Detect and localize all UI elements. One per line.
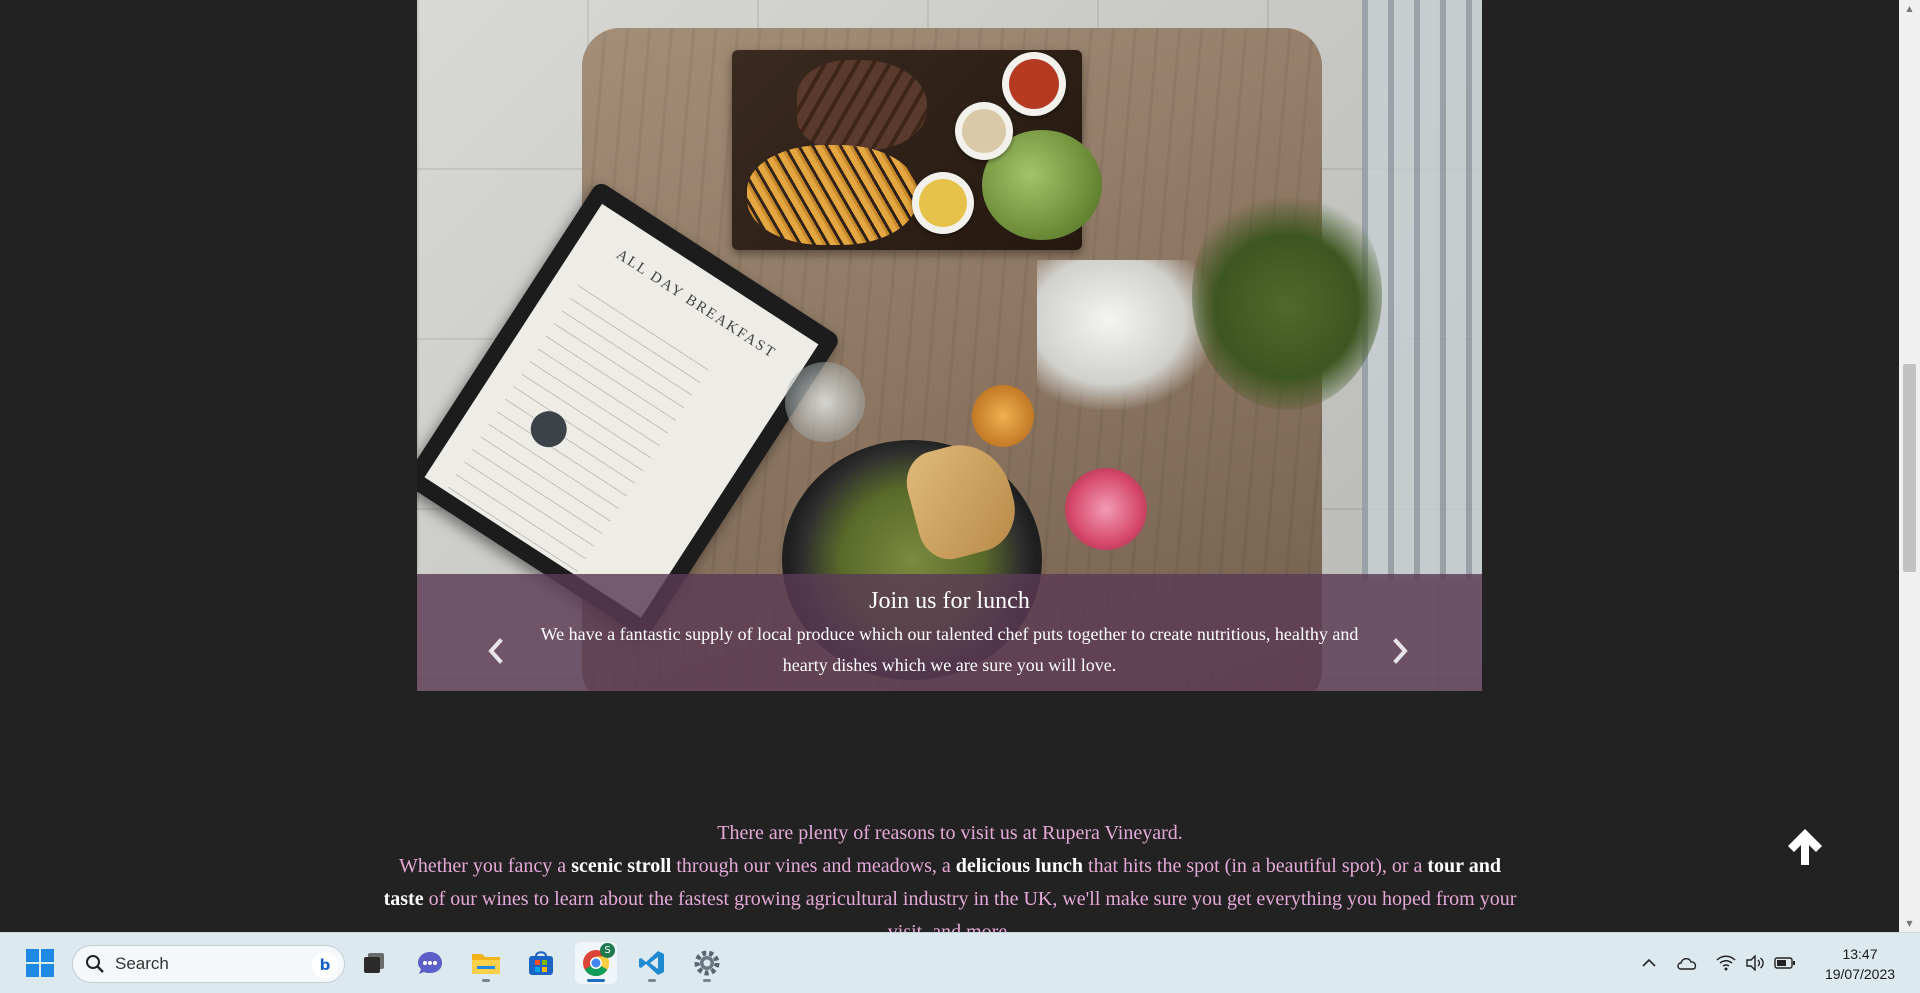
intro-paragraph: Whether you fancy a scenic stroll throug… [383,855,1517,932]
carousel-caption-text: We have a fantastic supply of local prod… [540,624,1359,675]
volume-icon [1746,955,1764,971]
teams-chat-icon [418,952,442,974]
taskbar-chrome[interactable]: S [575,942,617,984]
taskbar-task-view[interactable] [353,942,395,984]
browser-page-viewport: ALL DAY BREAKFAST Join us for lunch We h… [0,0,1899,932]
microsoft-store-icon [529,951,553,975]
search-icon [86,955,104,973]
scenic-stroll-emphasis: scenic stroll [571,855,672,877]
onedrive-tray[interactable] [1675,951,1699,975]
carousel-next-button[interactable] [1385,636,1415,666]
plant-image-part [1192,180,1382,410]
taskbar-clock[interactable]: 13:47 19/07/2023 [1810,944,1910,984]
onedrive-cloud-icon [1677,958,1697,970]
wifi-icon [1716,955,1736,971]
intro-line-1: There are plenty of reasons to visit us … [717,822,1183,844]
carousel-prev-button[interactable] [481,636,511,666]
taskbar-settings[interactable] [686,942,728,984]
show-hidden-icons-button[interactable] [1639,951,1659,975]
taskbar-file-explorer[interactable] [465,942,507,984]
windows-taskbar: Search b S 13:47 19/07/2023 [0,932,1920,993]
volume-tray[interactable] [1744,951,1766,975]
arrow-up-icon [1788,829,1822,865]
intro-text: There are plenty of reasons to visit us … [380,817,1520,932]
battery-tray[interactable] [1773,951,1797,975]
chevron-up-icon [1642,958,1656,967]
settings-icon [694,950,720,976]
lunch-carousel: ALL DAY BREAKFAST Join us for lunch We h… [417,0,1482,691]
battery-icon [1774,957,1795,969]
start-button[interactable] [19,942,61,984]
carousel-caption-title: Join us for lunch [869,588,1030,614]
bing-icon[interactable]: b [312,952,338,978]
delicious-lunch-emphasis: delicious lunch [955,855,1084,877]
scrollbar-thumb[interactable] [1903,364,1916,572]
clock-time: 13:47 [1842,946,1878,962]
scroll-up-arrow-icon[interactable]: ▲ [1899,0,1920,17]
search-label: Search [115,954,169,973]
taskbar-teams-chat[interactable] [409,942,451,984]
page-scrollbar[interactable]: ▲ ▼ [1899,0,1920,932]
vscode-icon [639,951,664,975]
file-explorer-icon [472,954,500,974]
windows-logo-icon [26,949,54,977]
taskbar-search-box[interactable]: Search b [72,945,345,983]
clock-date: 19/07/2023 [1824,966,1896,982]
taskbar-microsoft-store[interactable] [520,942,562,984]
chrome-profile-badge: S [600,943,615,958]
back-to-top-button[interactable] [1785,825,1825,869]
network-tray[interactable] [1715,951,1737,975]
task-view-icon [364,953,384,973]
chevron-left-icon [488,638,503,664]
taskbar-vscode[interactable] [631,942,673,984]
scroll-down-arrow-icon[interactable]: ▼ [1899,915,1920,932]
chevron-right-icon [1393,638,1408,664]
